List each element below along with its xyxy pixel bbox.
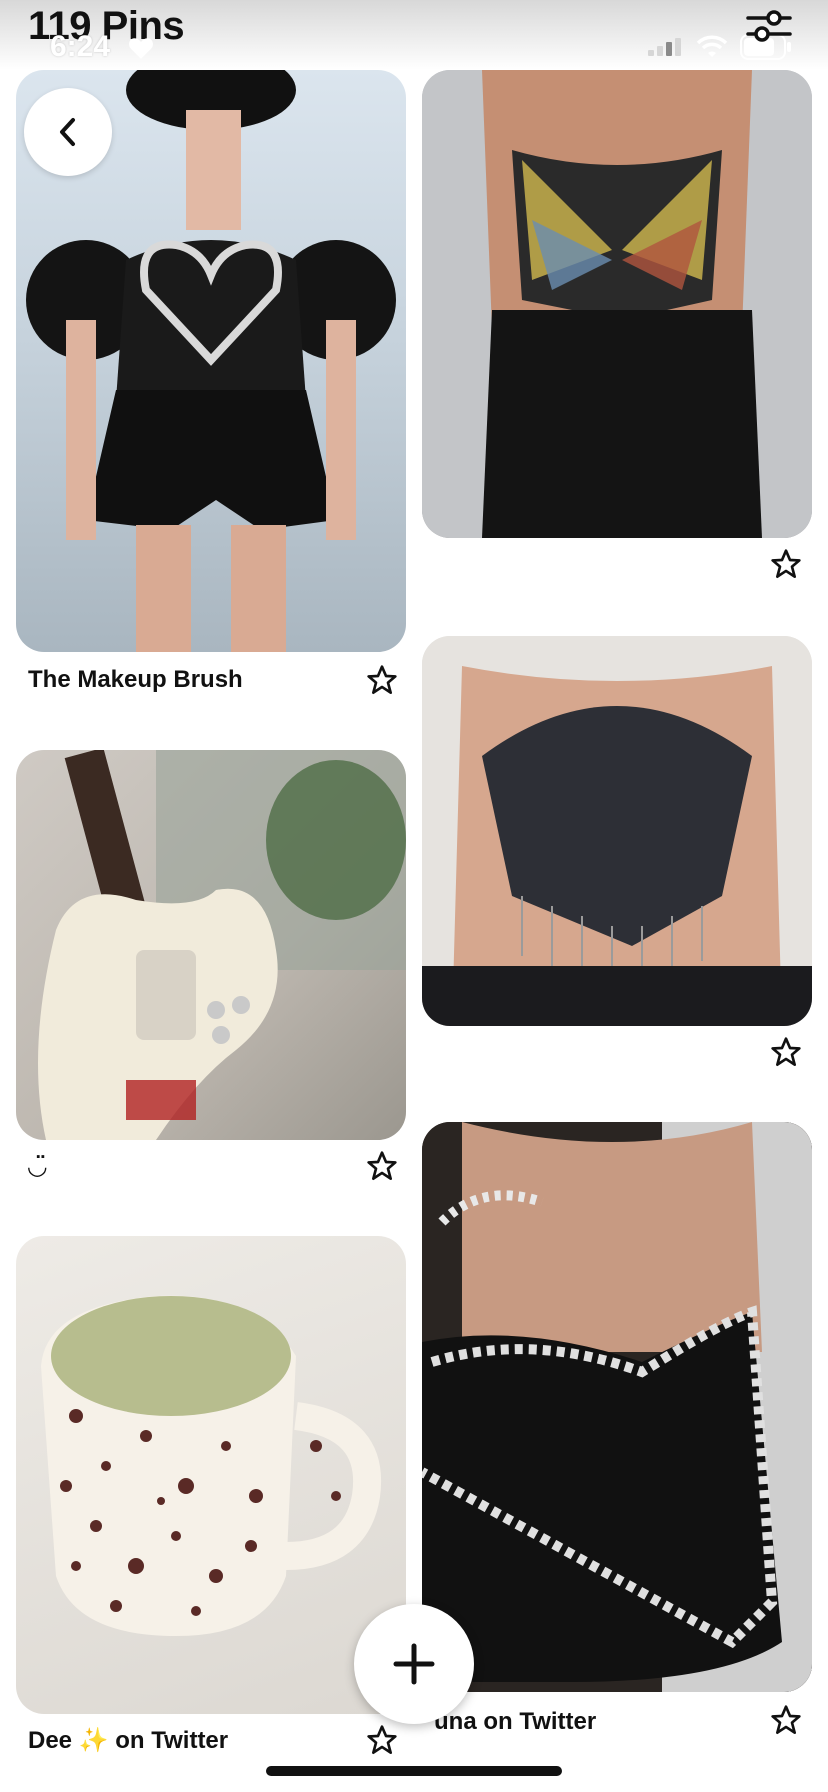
pin-image-halter-beaded-top[interactable]	[422, 636, 812, 1026]
rhinestone-heart-top-illustration	[422, 1122, 812, 1692]
pin-caption[interactable]: The Makeup Brush	[28, 666, 243, 694]
speckled-mug-illustration	[41, 1295, 382, 1636]
pin-image-speckled-mug[interactable]	[16, 1236, 406, 1714]
save-star-icon[interactable]	[366, 664, 398, 696]
sticker-guitar-illustration	[38, 750, 406, 1140]
chevron-left-icon	[60, 118, 75, 146]
pin-caption[interactable]: ◡̈	[28, 1152, 46, 1181]
pin-caption[interactable]: Dee ✨ on Twitter	[28, 1726, 228, 1755]
add-pin-button[interactable]	[354, 1604, 474, 1724]
home-indicator	[266, 1766, 562, 1776]
filter-sliders-icon[interactable]	[746, 6, 792, 46]
pin-image-sticker-guitar[interactable]	[16, 750, 406, 1140]
pin-image-rhinestone-heart-top[interactable]	[422, 1122, 812, 1692]
pin-caption[interactable]: una on Twitter	[434, 1708, 596, 1736]
back-button[interactable]	[24, 88, 112, 176]
butterfly-top-illustration	[422, 70, 812, 538]
wifi-icon	[696, 35, 728, 57]
pin-image-butterfly-top[interactable]	[422, 70, 812, 538]
halter-beaded-top-illustration	[422, 636, 812, 1026]
status-time: 6:24	[50, 30, 111, 63]
plus-icon	[393, 1643, 435, 1685]
save-star-icon[interactable]	[770, 1036, 802, 1068]
save-star-icon[interactable]	[366, 1724, 398, 1756]
save-star-icon[interactable]	[770, 548, 802, 580]
signal-icon	[648, 38, 681, 56]
save-star-icon[interactable]	[366, 1150, 398, 1182]
heart-icon	[129, 38, 153, 59]
save-star-icon[interactable]	[770, 1704, 802, 1736]
